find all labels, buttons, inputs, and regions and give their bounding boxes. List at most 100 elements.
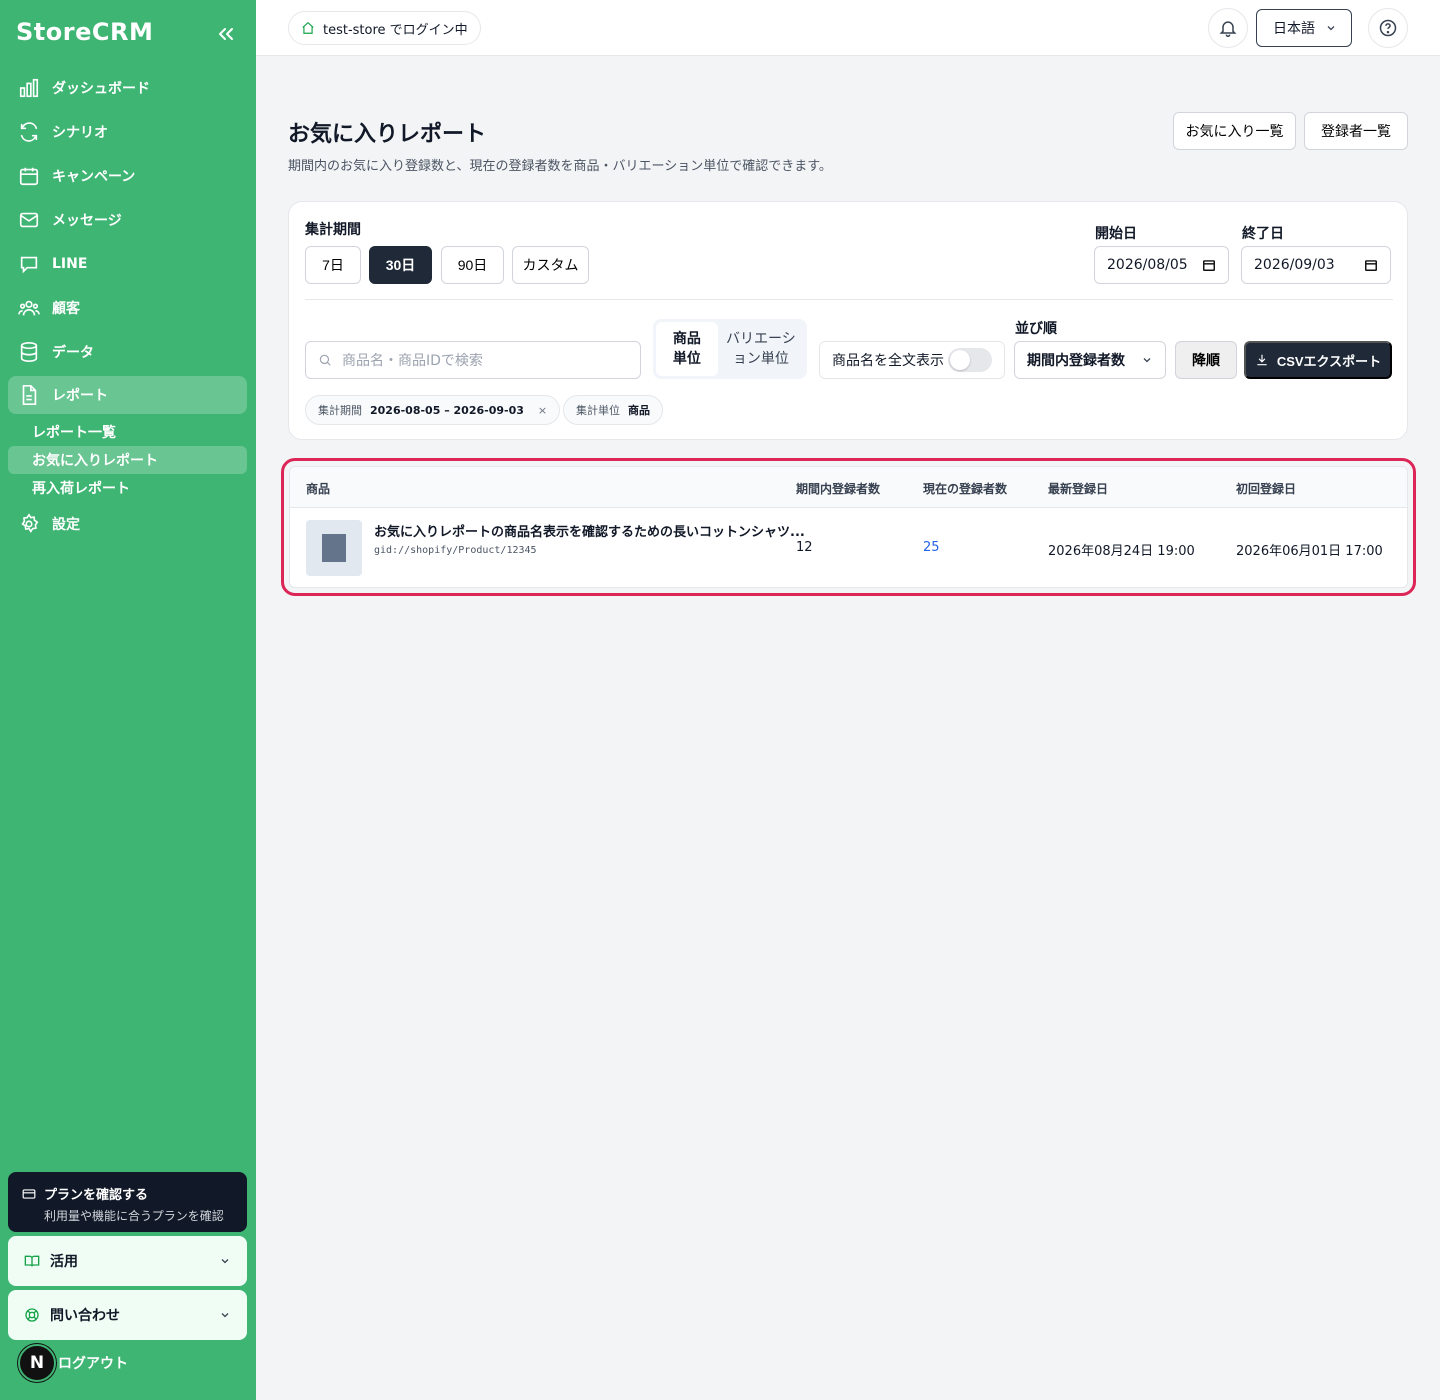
period-label: 集計期間 (305, 222, 361, 238)
unit-product-option[interactable]: 商品 単位 (656, 322, 718, 376)
bar-chart-icon (19, 78, 39, 98)
column-header-current-count[interactable]: 現在の登録者数 (923, 480, 1007, 497)
first-date: 2026年06月01日 17:00 (1236, 544, 1383, 559)
sidebar-item-settings[interactable]: 設定 (8, 502, 247, 546)
chevron-down-icon (221, 1259, 229, 1264)
period-30-button[interactable]: 30日 (369, 246, 432, 284)
home-icon (302, 21, 314, 34)
topbar: test-store でログイン中 日本語 (256, 0, 1440, 56)
chevron-down-icon (221, 1313, 229, 1318)
store-label: test-store でログイン中 (323, 22, 468, 38)
favorites-list-button[interactable]: お気に入り一覧 (1173, 112, 1296, 150)
period-custom-button[interactable]: カスタム (512, 246, 589, 284)
product-name[interactable]: お気に入りレポートの商品名表示を確認するための長いコットンシャツ... (374, 521, 805, 540)
period-filter-chip[interactable]: 集計期間 2026-08-05 – 2026-09-03 × (305, 395, 561, 425)
period-count: 12 (796, 540, 813, 555)
chip-value: 2026-08-05 – 2026-09-03 (370, 403, 524, 417)
chip-label: 集計単位 (576, 404, 620, 417)
switch-knob (950, 350, 970, 370)
product-thumbnail (306, 520, 362, 576)
sidebar-item-line[interactable]: LINE (8, 242, 247, 286)
registrants-list-button[interactable]: 登録者一覧 (1304, 112, 1408, 150)
avatar: N (18, 1344, 56, 1382)
search-placeholder: 商品名・商品IDで検索 (342, 353, 483, 369)
contact-accordion[interactable]: 問い合わせ (8, 1290, 247, 1340)
sidebar-item-label: 設定 (52, 517, 80, 533)
plan-card[interactable]: プランを確認する 利用量や機能に合うプランを確認 (8, 1172, 247, 1232)
unit-toggle: 商品 単位 バリエーシ ョン単位 (653, 319, 807, 379)
column-header-period-count[interactable]: 期間内登録者数 (796, 480, 880, 497)
file-icon (22, 385, 37, 405)
sidebar-subitem-favorite-report[interactable]: お気に入りレポート (8, 446, 247, 474)
end-date-input[interactable]: 2026/09/03 (1241, 246, 1391, 284)
search-icon (319, 354, 331, 366)
end-date-label: 終了日 (1242, 226, 1284, 242)
divider (305, 299, 1393, 300)
sidebar-subitem-restock-report[interactable]: 再入荷レポート (8, 474, 247, 502)
sidebar-nav: ダッシュボード シナリオ キャンペーン メッセージ LINE 顧客 データ レポ… (8, 66, 247, 546)
csv-export-button[interactable]: CSVエクスポート (1244, 341, 1392, 379)
order-button[interactable]: 降順 (1175, 341, 1237, 379)
sort-select[interactable]: 期間内登録者数 (1014, 341, 1166, 379)
latest-date: 2026年08月24日 19:00 (1048, 544, 1195, 559)
sidebar: StoreCRM ダッシュボード シナリオ キャンペーン メッセージ LINE … (0, 0, 256, 1400)
chevron-down-icon (1327, 26, 1335, 31)
plan-title: プランを確認する (22, 1184, 233, 1203)
logout-label: ログアウト (58, 1356, 128, 1372)
sidebar-subitem-report-list[interactable]: レポート一覧 (8, 418, 247, 446)
filter-card: 集計期間 7日 30日 90日 カスタム 開始日 2026/08/05 終了日 … (288, 201, 1408, 440)
store-indicator[interactable]: test-store でログイン中 (288, 11, 481, 45)
period-90-button[interactable]: 90日 (441, 246, 504, 284)
start-date-input[interactable]: 2026/08/05 (1094, 246, 1229, 284)
chevron-down-icon (1143, 358, 1151, 363)
collapse-sidebar-icon[interactable] (214, 22, 238, 46)
sidebar-item-label: 顧客 (52, 301, 80, 317)
chat-icon (20, 256, 38, 274)
column-header-product[interactable]: 商品 (306, 480, 330, 497)
sort-value: 期間内登録者数 (1027, 353, 1125, 369)
sort-label: 並び順 (1015, 321, 1057, 337)
page-title: お気に入りレポート (288, 122, 487, 147)
sidebar-item-campaign[interactable]: キャンペーン (8, 154, 247, 198)
notification-button[interactable] (1208, 8, 1248, 48)
table-header: 商品 期間内登録者数 現在の登録者数 最新登録日 初回登録日 (290, 467, 1407, 508)
language-select[interactable]: 日本語 (1256, 9, 1352, 47)
current-count-link[interactable]: 25 (923, 540, 940, 555)
plan-subtitle: 利用量や機能に合うプランを確認 (44, 1209, 224, 1223)
fulltext-switch[interactable] (948, 348, 992, 372)
sidebar-item-report[interactable]: レポート (8, 376, 247, 414)
product-id: gid://shopify/Product/12345 (374, 545, 537, 556)
sidebar-item-scenario[interactable]: シナリオ (8, 110, 247, 154)
credit-card-icon (22, 1188, 36, 1199)
sidebar-item-label: キャンペーン (52, 169, 136, 185)
book-icon (24, 1255, 40, 1267)
usage-accordion[interactable]: 活用 (8, 1236, 247, 1286)
help-icon (1379, 19, 1397, 37)
sidebar-item-dashboard[interactable]: ダッシュボード (8, 66, 247, 110)
unit-variation-option[interactable]: バリエーシ ョン単位 (718, 322, 804, 376)
start-date-value: 2026/08/05 (1107, 257, 1188, 273)
users-icon (18, 300, 40, 316)
gear-icon (21, 513, 39, 533)
sidebar-item-label: レポート (52, 388, 108, 404)
language-value: 日本語 (1273, 21, 1315, 37)
logout-button[interactable]: N ログアウト (18, 1344, 128, 1382)
refresh-icon (20, 122, 38, 142)
help-button[interactable] (1368, 8, 1408, 48)
calendar-icon (19, 167, 39, 186)
sidebar-item-message[interactable]: メッセージ (8, 198, 247, 242)
column-header-first[interactable]: 初回登録日 (1236, 480, 1296, 497)
contact-label: 問い合わせ (50, 1308, 120, 1324)
column-header-latest[interactable]: 最新登録日 (1048, 480, 1108, 497)
period-7-button[interactable]: 7日 (305, 246, 361, 284)
unit-filter-chip: 集計単位 商品 (563, 395, 663, 425)
page-description: 期間内のお気に入り登録数と、現在の登録者数を商品・バリエーション単位で確認できま… (288, 159, 832, 174)
sidebar-item-label: ダッシュボード (52, 81, 150, 97)
search-input[interactable]: 商品名・商品IDで検索 (305, 341, 641, 379)
close-icon[interactable]: × (538, 404, 547, 417)
fulltext-toggle[interactable]: 商品名を全文表示 (819, 341, 1005, 379)
sidebar-item-customers[interactable]: 顧客 (8, 286, 247, 330)
sidebar-item-data[interactable]: データ (8, 330, 247, 374)
start-date-label: 開始日 (1095, 226, 1137, 242)
chip-label: 集計期間 (318, 404, 362, 417)
